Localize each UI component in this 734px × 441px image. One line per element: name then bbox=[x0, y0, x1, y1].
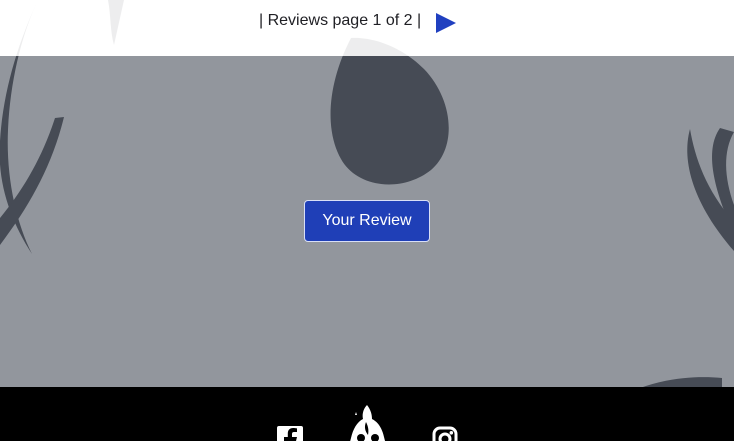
your-review-button[interactable]: Your Review bbox=[304, 200, 430, 242]
triangle-right-icon[interactable] bbox=[432, 10, 458, 36]
ghost-logo bbox=[350, 405, 386, 441]
page: | Reviews page 1 of 2 | Your Review bbox=[0, 0, 734, 441]
facebook-icon[interactable] bbox=[277, 426, 303, 441]
reviews-page-indicator: | Reviews page 1 of 2 | bbox=[259, 12, 422, 29]
instagram-icon[interactable] bbox=[432, 426, 458, 441]
reviews-pager: | Reviews page 1 of 2 | bbox=[0, 0, 734, 56]
site-footer bbox=[0, 387, 734, 441]
